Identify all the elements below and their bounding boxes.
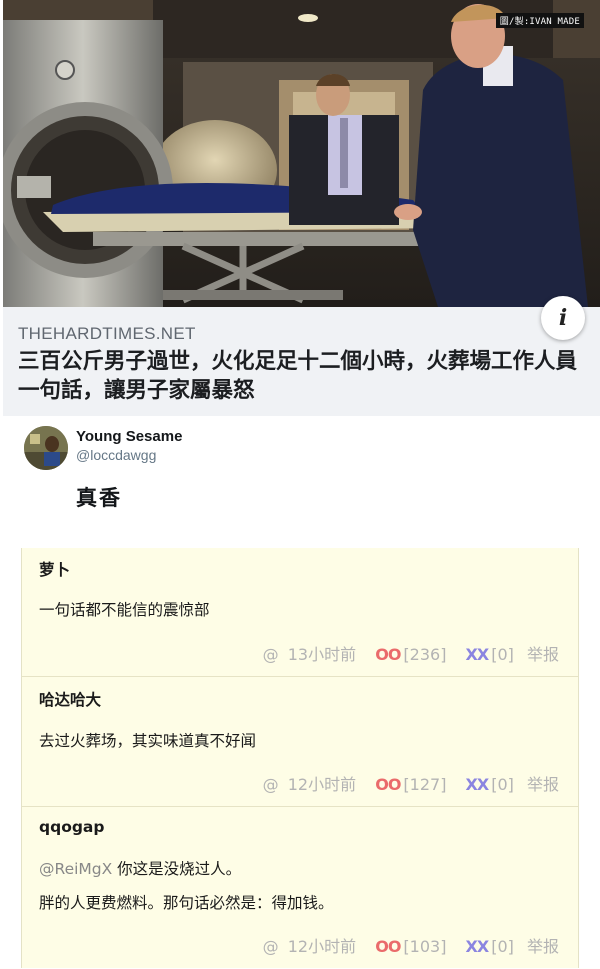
comment-text-line: @ReiMgX 你这是没烧过人。 xyxy=(39,857,241,879)
comment-item: 萝卜 一句话都不能信的震惊部 @ 13小时前 OO [236] XX [0] 举报 xyxy=(22,548,578,676)
comment-meta: @ 12小时前 OO [103] XX [0] 举报 xyxy=(255,933,559,957)
comment-meta: @ 12小时前 OO [127] XX [0] 举报 xyxy=(255,771,559,795)
upvote-count: [127] xyxy=(403,775,447,794)
info-icon[interactable]: i xyxy=(541,296,585,340)
comment-time: 12小时前 xyxy=(287,937,357,956)
comment-text: 胖的人更费燃料。那句话必然是：得加钱。 xyxy=(39,894,334,912)
comment-text: 你这是没烧过人。 xyxy=(112,860,242,878)
news-photo[interactable]: 圖/製:IVAN MADE xyxy=(3,0,600,307)
downvote-count: [0] xyxy=(491,645,514,664)
upvote-button[interactable]: OO xyxy=(375,937,401,956)
tweet-author-name[interactable]: Young Sesame xyxy=(76,428,182,445)
comment-text: 一句话都不能信的震惊部 xyxy=(39,601,210,619)
comment-time: 13小时前 xyxy=(287,645,357,664)
reply-at-button[interactable]: @ xyxy=(263,775,279,794)
tweet-author-handle[interactable]: @loccdawgg xyxy=(76,447,156,463)
comment-username[interactable]: qqogap xyxy=(39,818,105,836)
upvote-button[interactable]: OO xyxy=(375,645,401,664)
upvote-count: [236] xyxy=(403,645,447,664)
report-button[interactable]: 举报 xyxy=(527,775,559,794)
reply-at-button[interactable]: @ xyxy=(263,645,279,664)
avatar-image xyxy=(24,426,68,470)
crematorium-photo xyxy=(3,0,600,307)
comment-item: qqogap @ReiMgX 你这是没烧过人。 胖的人更费燃料。那句话必然是：得… xyxy=(22,806,578,969)
downvote-button[interactable]: XX xyxy=(466,937,490,956)
article-headline[interactable]: 三百公斤男子過世，火化足足十二個小時，火葬場工作人員一句話，讓男子家屬暴怒 xyxy=(18,347,598,405)
mention-link[interactable]: @ReiMgX xyxy=(39,860,112,878)
comment-username[interactable]: 哈达哈大 xyxy=(39,688,101,710)
tweet-text: 真香 xyxy=(76,486,122,510)
tweet: Young Sesame @loccdawgg 真香 xyxy=(0,416,600,536)
comment-time: 12小时前 xyxy=(287,775,357,794)
downvote-count: [0] xyxy=(491,775,514,794)
report-button[interactable]: 举报 xyxy=(527,937,559,956)
reply-at-button[interactable]: @ xyxy=(263,937,279,956)
comment-meta: @ 13小时前 OO [236] XX [0] 举报 xyxy=(255,641,559,665)
downvote-button[interactable]: XX xyxy=(466,645,490,664)
comment-item: 哈达哈大 去过火葬场，其实味道真不好闻 @ 12小时前 OO [127] XX [0… xyxy=(22,676,578,807)
source-domain: THEHARDTIMES.NET xyxy=(18,324,196,343)
comment-text: 去过火葬场，其实味道真不好闻 xyxy=(39,732,257,750)
downvote-button[interactable]: XX xyxy=(466,775,490,794)
link-preview-caption[interactable]: THEHARDTIMES.NET 三百公斤男子過世，火化足足十二個小時，火葬場工… xyxy=(3,307,600,416)
upvote-button[interactable]: OO xyxy=(375,775,401,794)
report-button[interactable]: 举报 xyxy=(527,645,559,664)
avatar[interactable] xyxy=(24,426,68,470)
comment-username[interactable]: 萝卜 xyxy=(39,558,70,580)
upvote-count: [103] xyxy=(403,937,447,956)
photo-credit: 圖/製:IVAN MADE xyxy=(495,13,584,28)
comment-list: 萝卜 一句话都不能信的震惊部 @ 13小时前 OO [236] XX [0] 举报 … xyxy=(21,548,579,968)
downvote-count: [0] xyxy=(491,937,514,956)
